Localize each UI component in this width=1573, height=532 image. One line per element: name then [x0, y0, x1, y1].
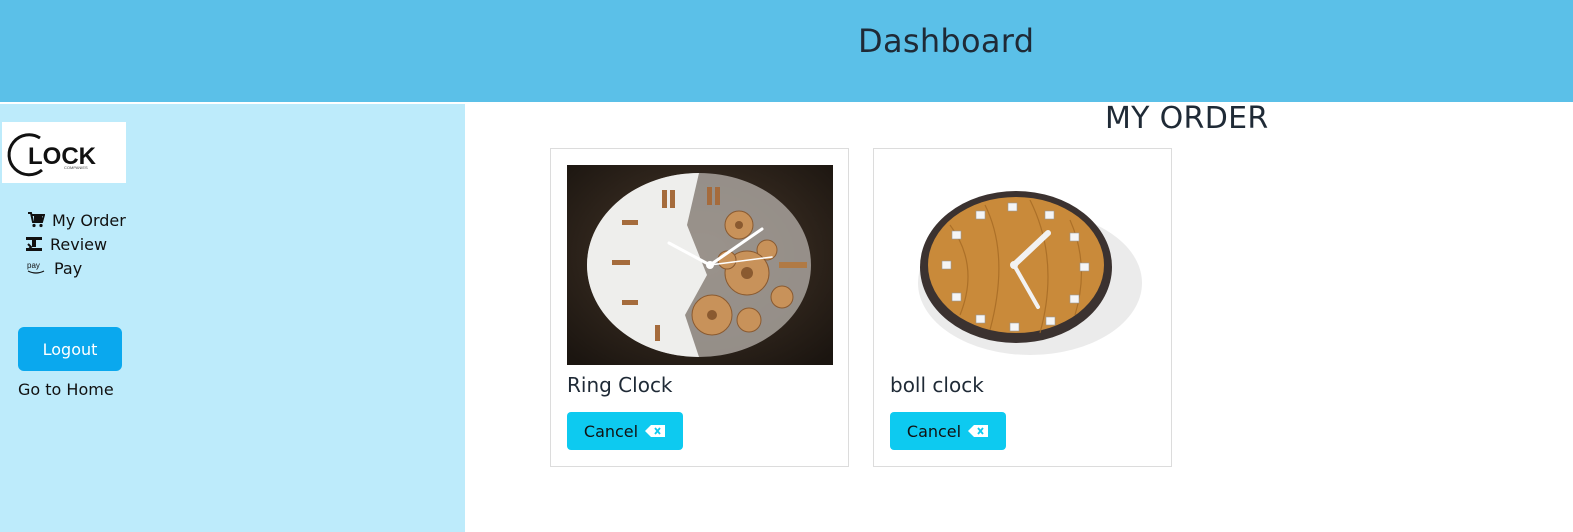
header-bar: Dashboard [0, 0, 1573, 102]
backspace-icon [644, 424, 666, 438]
sidebar-menu: My Order Review pay Pay [26, 208, 126, 280]
page-title: Dashboard [858, 22, 1035, 60]
sidebar-item-label: Pay [54, 258, 83, 278]
cancel-order-button[interactable]: Cancel [567, 412, 683, 450]
sidebar-item-review[interactable]: Review [24, 232, 126, 256]
sidebar-item-label: Review [50, 234, 108, 254]
logout-button[interactable]: Logout [18, 327, 122, 371]
order-card: Ring Clock Cancel [550, 148, 849, 467]
amazon-pay-icon: pay [26, 259, 48, 277]
clock-logo-icon: LOCK COMPANIES [7, 133, 97, 177]
clock-logo[interactable]: LOCK COMPANIES [2, 122, 126, 183]
order-card: boll clock Cancel [873, 148, 1172, 467]
sidebar-item-my-order[interactable]: My Order [26, 208, 126, 232]
boll-clock-image [890, 165, 1156, 365]
section-title: MY ORDER [1105, 101, 1269, 136]
sidebar: LOCK COMPANIES My Order Review pay Pay L… [0, 104, 465, 532]
product-name: boll clock [890, 373, 984, 397]
sidebar-item-label: My Order [52, 210, 126, 230]
backspace-icon [967, 424, 989, 438]
cart-icon [26, 211, 46, 229]
ring-clock-image [567, 165, 833, 365]
cancel-label: Cancel [906, 421, 962, 441]
review-icon [24, 235, 44, 253]
product-name: Ring Clock [567, 373, 673, 397]
go-to-home-link[interactable]: Go to Home [18, 380, 114, 399]
sidebar-item-pay[interactable]: pay Pay [26, 256, 126, 280]
cancel-order-button[interactable]: Cancel [890, 412, 1006, 450]
svg-text:COMPANIES: COMPANIES [64, 165, 88, 170]
cancel-label: Cancel [583, 421, 639, 441]
svg-text:pay: pay [27, 261, 40, 270]
